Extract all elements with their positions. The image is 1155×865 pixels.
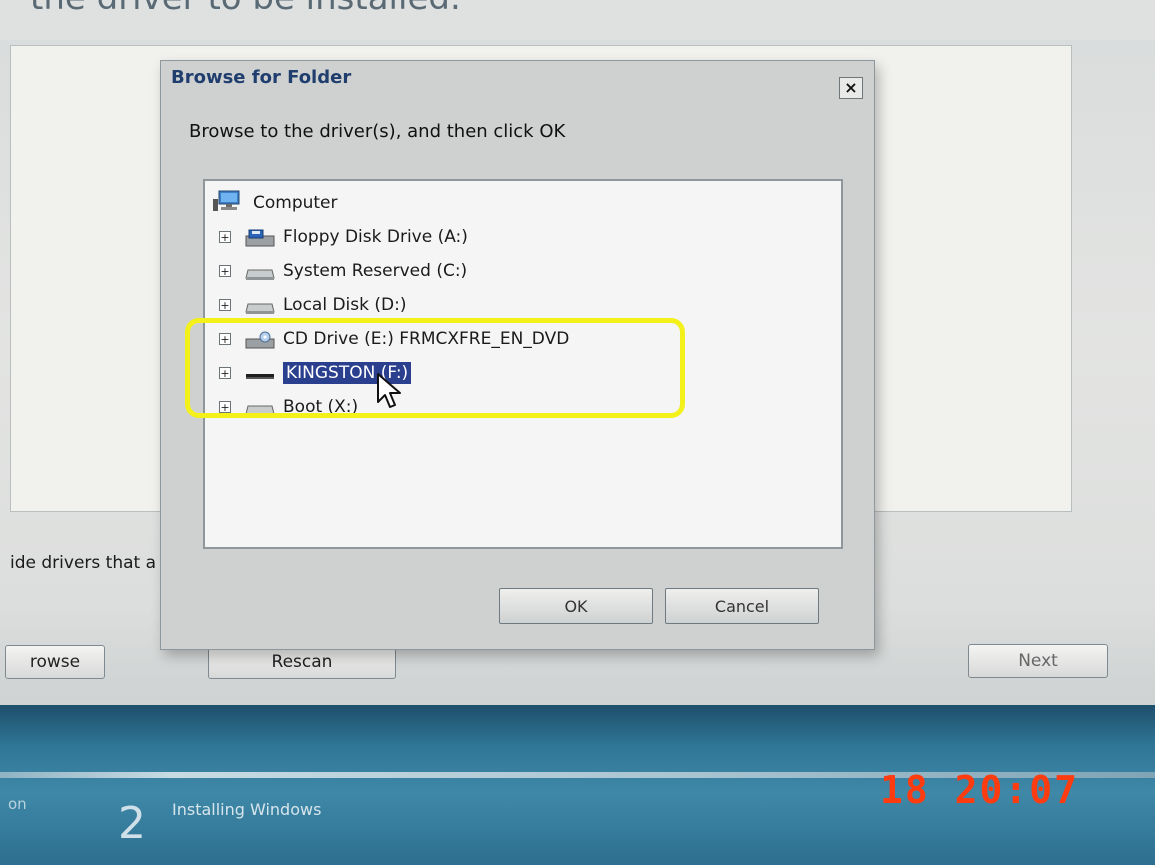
tree-root-computer[interactable]: Computer [213,189,338,217]
close-button[interactable]: × [839,77,863,99]
driver-hint-text: ide drivers that a [10,553,156,573]
step-label: Installing Windows [172,800,322,819]
next-button[interactable]: Next [968,644,1108,678]
camera-date-stamp: 18 20:07 [880,768,1080,812]
tree-item-floppy[interactable]: + Floppy Disk Drive (A:) [219,223,468,251]
previous-step-fragment: on [8,795,27,813]
mouse-pointer-icon [376,372,406,412]
step-number: 2 [118,798,146,849]
highlight-annotation [185,318,685,418]
tree-root-label: Computer [253,193,338,213]
floppy-drive-icon [245,229,275,247]
tree-item-label: System Reserved (C:) [283,261,468,281]
hard-disk-icon [245,297,275,314]
tree-item-label: Local Disk (D:) [283,295,407,315]
browse-button[interactable]: rowse [5,645,105,679]
tree-item-local-disk[interactable]: + Local Disk (D:) [219,291,406,319]
top-strip: the driver to be installed. [0,0,1155,40]
tree-item-label: Floppy Disk Drive (A:) [283,227,468,247]
expand-icon[interactable]: + [219,299,231,311]
hard-disk-icon [245,263,275,280]
ok-button[interactable]: OK [499,588,653,624]
expand-icon[interactable]: + [219,265,231,277]
tree-item-system-reserved[interactable]: + System Reserved (C:) [219,257,467,285]
page-heading-fragment: the driver to be installed. [30,0,461,18]
cancel-button[interactable]: Cancel [665,588,819,624]
dialog-title: Browse for Folder [171,67,352,88]
dialog-instruction: Browse to the driver(s), and then click … [189,121,566,142]
expand-icon[interactable]: + [219,231,231,243]
computer-icon [213,190,243,217]
rescan-button[interactable]: Rescan [208,645,396,679]
